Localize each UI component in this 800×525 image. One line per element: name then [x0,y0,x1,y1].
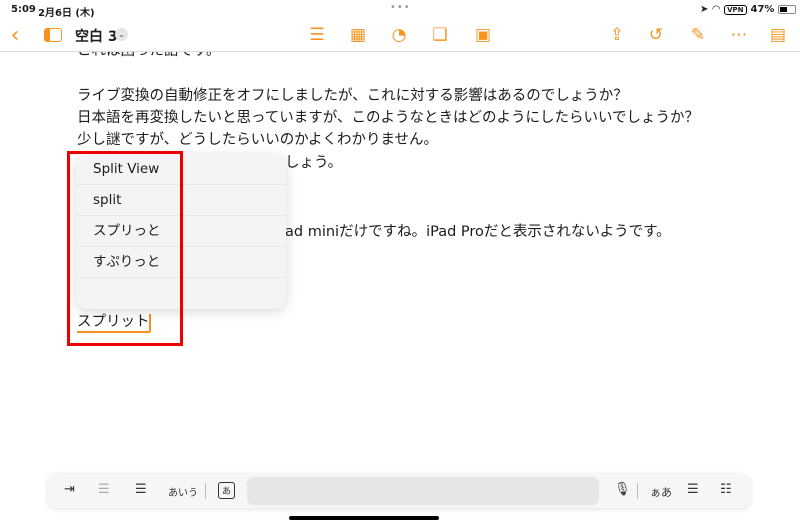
share-icon[interactable]: ⇪ [606,24,628,46]
list-icon[interactable]: ☰ [306,24,328,46]
document-title[interactable]: 空白 3 [75,26,118,46]
back-icon[interactable]: ‹ [4,23,26,48]
tab-icon[interactable]: ⇥ [64,482,75,497]
doc-line[interactable]: 日本語を再変換したいと思っていますが、このようなときはどのようにしたらいいでしょ… [77,108,699,128]
doc-line[interactable]: 少し謎ですが、どうしたらいいのかよくわかりません。 [77,130,438,150]
font-size-button[interactable]: ぁあ [650,484,672,500]
more-icon[interactable]: ⋯ [728,24,750,46]
shape-icon[interactable]: ❏ [429,24,451,46]
divider [637,483,638,499]
chevron-down-icon[interactable]: ⌄ [115,28,128,41]
header-divider [0,51,800,52]
document-view-icon[interactable]: ▤ [767,24,789,46]
battery-icon [778,5,797,14]
home-indicator[interactable] [289,516,439,520]
format-brush-icon[interactable]: ✎ [687,24,709,46]
status-time: 5:09 [11,4,36,15]
insert-list-icon[interactable]: ☷ [720,482,732,497]
status-date: 2月6日 (木) [38,8,95,19]
doc-line[interactable]: ライブ変換の自動修正をオフにしましたが、これに対する影響はあるのでしょうか？ [77,86,628,106]
predictive-bar[interactable] [247,477,599,505]
align-icon[interactable]: ☰ [687,482,699,497]
chart-icon[interactable]: ◔ [388,24,410,46]
keyboard-shortcut-bar: ⇥ ☰ ☰ あいう あ 🎙 ぁあ ☰ ☷ [48,474,750,508]
sidebar-icon[interactable] [42,24,64,46]
vpn-badge: VPN [724,4,747,15]
kana-button[interactable]: あいう [168,484,198,499]
media-icon[interactable]: ▣ [472,24,494,46]
wifi-icon: ◠ [712,4,721,15]
table-icon[interactable]: ▦ [347,24,369,46]
kana-key-button[interactable]: あ [218,482,236,499]
location-icon: ➤ [700,4,709,15]
doc-line[interactable]: ad miniだけですね。iPad Proだと表示されないようです。 [285,222,671,242]
doc-line[interactable]: しょう。 [285,153,342,173]
divider [205,483,206,499]
undo-icon[interactable]: ↺ [645,24,667,46]
battery-percent: 47% [750,4,775,15]
microphone-icon[interactable]: 🎙 [614,482,631,497]
indent-icon[interactable]: ☰ [135,482,147,497]
outdent-icon[interactable]: ☰ [98,482,110,497]
multitask-dots[interactable]: ••• [390,2,411,13]
highlight-box [67,151,183,346]
